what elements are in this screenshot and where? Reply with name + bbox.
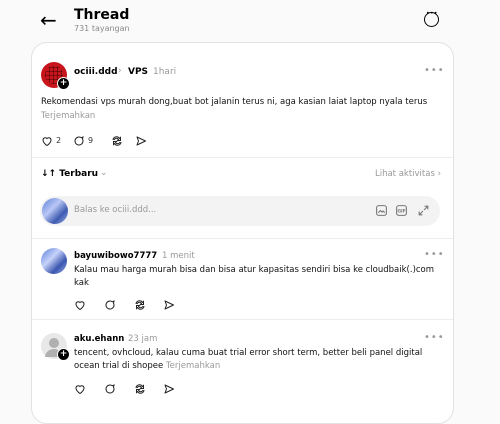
reply-username[interactable]: aku.ehann: [74, 334, 124, 344]
repost-icon[interactable]: [134, 299, 146, 311]
more-options-icon[interactable]: [424, 10, 439, 27]
post-more-icon[interactable]: •••: [424, 65, 445, 76]
sort-bar: ↓↑ Terbaru ⌄ Lihat aktivitas ›: [32, 157, 453, 189]
svg-text:GIF: GIF: [397, 208, 405, 214]
repost-icon[interactable]: [134, 383, 146, 395]
follow-plus-icon[interactable]: +: [57, 348, 70, 361]
like-count: 2: [56, 136, 62, 145]
heart-icon[interactable]: [74, 299, 86, 311]
reply-more-icon[interactable]: •••: [424, 249, 445, 260]
main-post: + ociii.ddd › VPS 1hari ••• Rekomendasi …: [32, 43, 453, 158]
comment-icon[interactable]: [104, 383, 116, 395]
reply-item: + aku.ehann 23 jam ••• tencent, ovhcloud…: [32, 319, 453, 410]
reply-input[interactable]: Balas ke ociii.ddd... GIF: [40, 196, 440, 226]
current-user-avatar: [42, 198, 68, 224]
translate-link[interactable]: Terjemahkan: [166, 361, 220, 371]
heart-icon: [42, 137, 52, 147]
reply-item: bayuwibowo7777 1 menit ••• Kalau mau har…: [32, 238, 453, 319]
reply-time: 23 jam: [128, 334, 158, 344]
reply-placeholder: Balas ke ociii.ddd...: [74, 205, 157, 215]
view-activity-link[interactable]: Lihat aktivitas ›: [375, 169, 441, 179]
comment-count: 9: [88, 136, 94, 145]
image-icon[interactable]: [375, 204, 388, 217]
post-text: Rekomendasi vps murah dong,buat bot jala…: [41, 95, 441, 123]
comment-icon: [74, 136, 84, 146]
repost-icon: [112, 136, 122, 146]
back-arrow-icon[interactable]: ←: [40, 10, 57, 30]
view-count: 731 tayangan: [74, 24, 130, 33]
comment-icon[interactable]: [104, 299, 116, 311]
sort-label: Terbaru: [59, 169, 99, 179]
expand-icon[interactable]: [417, 204, 430, 217]
sort-chevron-icon[interactable]: ⌄: [100, 168, 108, 178]
send-icon[interactable]: [163, 299, 175, 311]
reply-body: tencent, ovhcloud, kalau cuma buat trial…: [74, 348, 423, 371]
share-button[interactable]: [135, 134, 149, 148]
post-username[interactable]: ociii.ddd: [74, 67, 118, 77]
thread-card: + ociii.ddd › VPS 1hari ••• Rekomendasi …: [31, 42, 454, 424]
post-body: Rekomendasi vps murah dong,buat bot jala…: [41, 97, 428, 107]
reply-username[interactable]: bayuwibowo7777: [74, 251, 157, 261]
reply-text: tencent, ovhcloud, kalau cuma buat trial…: [74, 347, 444, 373]
reply-text: Kalau mau harga murah bisa dan bisa atur…: [74, 265, 435, 288]
post-topic-tag[interactable]: VPS: [128, 67, 148, 77]
page-title: Thread: [74, 7, 130, 23]
heart-icon[interactable]: [74, 383, 86, 395]
reply-time: 1 menit: [162, 251, 195, 261]
repost-button[interactable]: [111, 134, 125, 148]
reply-avatar[interactable]: [41, 248, 67, 274]
gif-icon[interactable]: GIF: [395, 204, 408, 217]
send-icon: [136, 136, 146, 146]
translate-link[interactable]: Terjemahkan: [41, 111, 95, 121]
send-icon[interactable]: [163, 383, 175, 395]
top-bar: ← Thread 731 tayangan: [0, 0, 500, 42]
topic-separator: ›: [118, 66, 122, 76]
post-time: 1hari: [153, 67, 177, 77]
follow-plus-icon[interactable]: +: [57, 77, 70, 90]
sort-dropdown[interactable]: ↓↑ Terbaru: [41, 169, 98, 179]
reply-more-icon[interactable]: •••: [424, 332, 445, 343]
